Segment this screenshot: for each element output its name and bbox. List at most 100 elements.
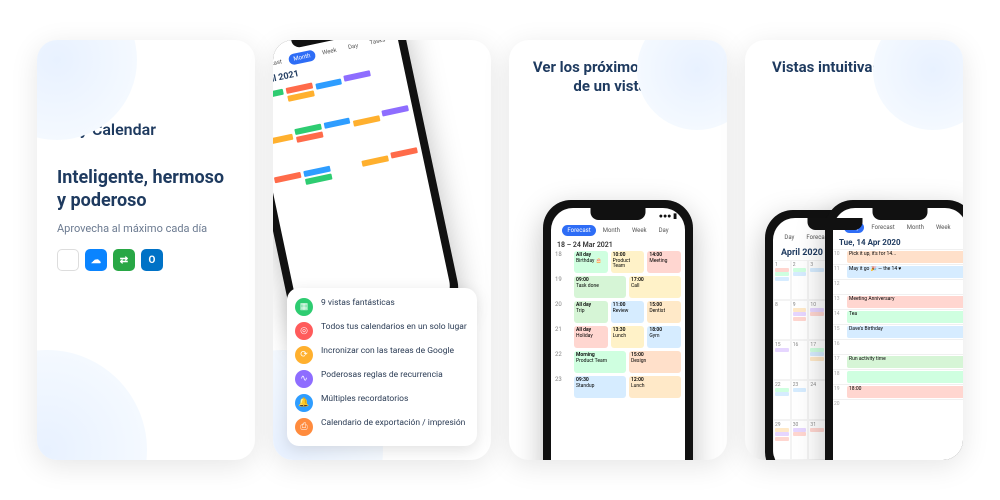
tab-week[interactable]: Week <box>627 225 652 236</box>
month-cell[interactable]: 24 <box>808 380 826 420</box>
event-bar[interactable]: Dave's Birthday <box>847 326 963 338</box>
day-label: 21 <box>555 326 571 348</box>
event-chip[interactable]: 15:00Design <box>629 351 681 373</box>
phone-mock-forecast: ●●● ▮ Forecast Month Week Day 18 – 24 Ma… <box>543 200 693 460</box>
month-cell[interactable]: 17 <box>808 340 826 380</box>
month-cell[interactable]: 10 <box>808 300 826 340</box>
feature-text: Múltiples recordatorios <box>321 394 408 404</box>
day-label: 19 <box>555 276 571 298</box>
bg-decoration <box>37 350 147 460</box>
day-timeline[interactable]: 10Pick it up, it's for 14...11May it go … <box>833 249 963 414</box>
forecast-row[interactable]: 22MorningProduct Team15:00Design <box>555 351 681 373</box>
month-cell[interactable]: 2 <box>791 260 809 300</box>
event-chip[interactable]: All dayTrip <box>574 301 608 323</box>
event-bar[interactable]: 18:00 <box>847 386 963 398</box>
hour-label: 12 <box>833 280 847 294</box>
event-chip[interactable]: All dayBirthday 🎂 <box>574 251 608 273</box>
month-cell[interactable]: 16 <box>791 340 809 380</box>
month-cell[interactable]: 1 <box>773 260 791 300</box>
month-cell[interactable]: 15 <box>773 340 791 380</box>
event-bar[interactable]: Run activity time <box>847 356 963 368</box>
hour-row[interactable]: 18 <box>833 369 963 384</box>
promo-panel-1: 31 Tiny Calendar Inteligente, hermoso y … <box>37 40 255 460</box>
event-chip[interactable]: 15:00Dentist <box>647 301 681 323</box>
event-chip[interactable]: 11:00Review <box>611 301 645 323</box>
event-chip[interactable]: MorningProduct Team <box>574 351 626 373</box>
forecast-row[interactable]: 21All dayHoliday13:30Lunch18:00Gym <box>555 326 681 348</box>
hour-row[interactable]: 13Meeting Anniversary <box>833 294 963 309</box>
month-cell[interactable]: 31 <box>808 420 826 460</box>
promo-panel-2: 13:35 ●●● ▮ Forecast Month Week Day Task… <box>273 40 491 460</box>
integration-icons: 31 ☁ ⇄ O <box>57 249 235 271</box>
feature-text: Todos tus calendarios en un solo lugar <box>321 322 467 332</box>
day-label: 20 <box>555 301 571 323</box>
hour-label: 18 <box>833 370 847 384</box>
tab-day[interactable]: Day <box>654 225 674 236</box>
hour-row[interactable]: 17Run activity time <box>833 354 963 369</box>
tab-month[interactable]: Month <box>598 225 625 236</box>
forecast-row[interactable]: 18All dayBirthday 🎂10:00Product Team14:0… <box>555 251 681 273</box>
event-chip[interactable]: 14:00Meeting <box>647 251 681 273</box>
feature-icon: ⟳ <box>295 346 313 364</box>
hour-row[interactable]: 10Pick it up, it's for 14... <box>833 249 963 264</box>
tab-forecast[interactable]: Forecast <box>866 222 899 233</box>
event-chip[interactable]: 09:30Standup <box>574 376 626 398</box>
hour-label: 20 <box>833 400 847 414</box>
tab-week[interactable]: Week <box>931 222 956 233</box>
tab-month[interactable]: Month <box>902 222 929 233</box>
month-cell[interactable]: 29 <box>773 420 791 460</box>
event-chip[interactable]: 13:30Lunch <box>611 326 645 348</box>
event-bar[interactable]: Tea <box>847 311 963 323</box>
hour-row[interactable]: 14Tea <box>833 309 963 324</box>
icloud-icon: ☁ <box>85 249 107 271</box>
month-cell[interactable]: 22 <box>773 380 791 420</box>
promo-panel-4: Vistas intuitivas y claras Day Forecast … <box>745 40 963 460</box>
forecast-row[interactable]: 1909:00Task done17:00Call <box>555 276 681 298</box>
bg-decoration <box>637 40 727 130</box>
forecast-list[interactable]: 18All dayBirthday 🎂10:00Product Team14:0… <box>551 251 685 398</box>
hour-row[interactable]: 11May it go 🎉 — the 14 ♥ <box>833 264 963 279</box>
month-cell[interactable]: 30 <box>791 420 809 460</box>
event-bar[interactable] <box>847 371 963 383</box>
feature-icon: ∿ <box>295 370 313 388</box>
feature-icon: ◎ <box>295 322 313 340</box>
forecast-row[interactable]: 20All dayTrip11:00Review15:00Dentist <box>555 301 681 323</box>
feature-item: ▦9 vistas fantásticas <box>295 298 469 316</box>
bg-decoration <box>873 40 963 130</box>
hour-row[interactable]: 12 <box>833 279 963 294</box>
hour-row[interactable]: 20 <box>833 399 963 414</box>
hour-label: 14 <box>833 310 847 324</box>
month-cell[interactable]: 8 <box>773 300 791 340</box>
feature-item: ⟳Incronizar con las tareas de Google <box>295 346 469 364</box>
event-chip[interactable]: 12:00Lunch <box>629 376 681 398</box>
event-chip[interactable]: 10:00Product Team <box>611 251 645 273</box>
event-bar[interactable]: May it go 🎉 — the 14 ♥ <box>847 266 963 278</box>
event-chip[interactable]: 17:00Call <box>629 276 681 298</box>
day-label: 23 <box>555 376 571 398</box>
feature-icon: ⎙ <box>295 418 313 436</box>
day-label: 22 <box>555 351 571 373</box>
date-range: 18 – 24 Mar 2021 <box>551 239 685 251</box>
month-cell[interactable]: 23 <box>791 380 809 420</box>
hour-label: 17 <box>833 355 847 369</box>
feature-list: ▦9 vistas fantásticas ◎ Todos tus calendar… <box>287 288 477 446</box>
month-cell[interactable]: 3 <box>808 260 826 300</box>
event-bar[interactable]: Pick it up, it's for 14... <box>847 251 963 263</box>
tab-day[interactable]: Day <box>779 232 799 243</box>
event-bar[interactable]: Meeting Anniversary <box>847 296 963 308</box>
tab-forecast[interactable]: Forecast <box>562 225 595 236</box>
tab-day[interactable]: Day <box>342 40 364 54</box>
event-chip[interactable]: All dayHoliday <box>574 326 608 348</box>
event-chip[interactable]: 18:00Gym <box>647 326 681 348</box>
subheadline: Aprovecha al máximo cada día <box>57 222 235 235</box>
feature-icon: 🔔 <box>295 394 313 412</box>
hour-row[interactable]: 16 <box>833 339 963 354</box>
hour-row[interactable]: 15Dave's Birthday <box>833 324 963 339</box>
month-cell[interactable]: 9 <box>791 300 809 340</box>
month-grid[interactable] <box>273 59 429 218</box>
hour-row[interactable]: 1918:00 <box>833 384 963 399</box>
forecast-row[interactable]: 2309:30Standup12:00Lunch <box>555 376 681 398</box>
view-tabs[interactable]: Forecast Month Week Day <box>551 222 685 239</box>
hour-label: 11 <box>833 265 847 279</box>
event-chip[interactable]: 09:00Task done <box>574 276 626 298</box>
